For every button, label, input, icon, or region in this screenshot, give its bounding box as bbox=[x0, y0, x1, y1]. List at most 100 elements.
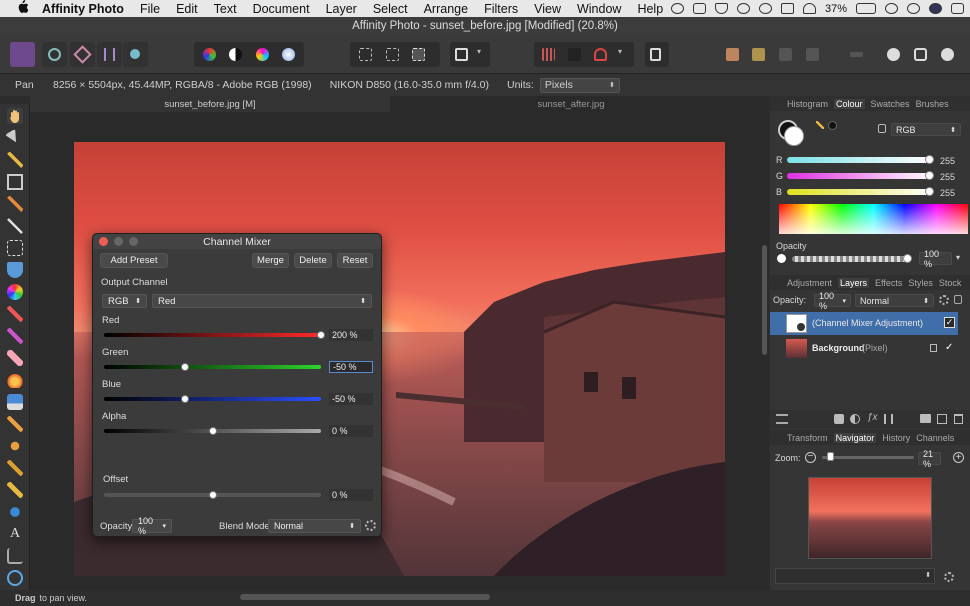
boolean-add-icon[interactable] bbox=[887, 48, 900, 61]
add-layer-icon[interactable] bbox=[937, 414, 947, 424]
photo-persona-icon[interactable] bbox=[10, 42, 35, 67]
tab-adjustment[interactable]: Adjustment bbox=[787, 278, 832, 288]
fx-icon[interactable]: ƒx bbox=[867, 412, 878, 423]
colour-spectrum-hue[interactable] bbox=[779, 204, 968, 234]
layer-blend-select[interactable]: Normal ⬍ bbox=[855, 294, 934, 307]
vertical-scrollbar[interactable] bbox=[762, 245, 767, 355]
tab-history[interactable]: History bbox=[882, 433, 910, 443]
smudge-tool-icon[interactable] bbox=[7, 416, 23, 432]
red-eye-tool-icon[interactable] bbox=[7, 460, 23, 476]
b-value[interactable]: 255 bbox=[940, 188, 955, 198]
node-tool-icon[interactable] bbox=[7, 504, 23, 520]
text-tool-icon[interactable]: A bbox=[7, 526, 23, 542]
menu-select[interactable]: Select bbox=[373, 2, 408, 16]
menu-arrange[interactable]: Arrange bbox=[424, 2, 468, 16]
zoom-app-icon[interactable] bbox=[692, 3, 706, 14]
reset-button[interactable]: Reset bbox=[337, 253, 373, 268]
gear-icon[interactable] bbox=[944, 572, 954, 582]
mesh-warp-tool-icon[interactable] bbox=[7, 548, 23, 564]
menu-filters[interactable]: Filters bbox=[484, 2, 518, 16]
blend-mode-select[interactable]: Normal ⬍ bbox=[268, 519, 361, 533]
tab-brushes[interactable]: Brushes bbox=[916, 99, 949, 109]
zoom-in-icon[interactable]: + bbox=[953, 452, 964, 463]
minimize-icon[interactable] bbox=[114, 237, 123, 246]
menu-view[interactable]: View bbox=[534, 2, 561, 16]
opacity-slider-knob[interactable] bbox=[903, 254, 912, 263]
trash-icon[interactable] bbox=[954, 414, 963, 424]
dodge-tool-icon[interactable] bbox=[7, 372, 23, 388]
develop-persona-icon[interactable] bbox=[70, 42, 95, 67]
tab-effects[interactable]: Effects bbox=[875, 278, 902, 288]
green-slider-track[interactable] bbox=[104, 365, 321, 369]
pen-tool-icon[interactable] bbox=[7, 482, 23, 498]
menu-file[interactable]: File bbox=[140, 2, 160, 16]
alpha-value-field[interactable]: 0 % bbox=[329, 425, 373, 437]
menu-layer[interactable]: Layer bbox=[326, 2, 357, 16]
zoom-slider[interactable] bbox=[822, 456, 914, 459]
zoom-tool-icon[interactable] bbox=[7, 570, 23, 586]
select-all-icon[interactable] bbox=[359, 48, 372, 61]
opacity-swatch[interactable] bbox=[777, 254, 786, 263]
marquee-tool-icon[interactable] bbox=[7, 240, 23, 256]
g-slider[interactable] bbox=[787, 173, 933, 179]
healing-brush-tool-icon[interactable] bbox=[7, 438, 23, 454]
r-value[interactable]: 255 bbox=[940, 156, 955, 166]
adjustment-icon[interactable] bbox=[850, 414, 860, 424]
b-slider[interactable] bbox=[787, 189, 933, 195]
align-distribute-icon[interactable] bbox=[850, 52, 863, 57]
tab-stock[interactable]: Stock bbox=[939, 278, 962, 288]
auto-white-balance-icon[interactable] bbox=[282, 48, 295, 61]
tab-transform[interactable]: Transform bbox=[787, 433, 828, 443]
live-filter-icon[interactable] bbox=[884, 414, 893, 424]
gear-icon[interactable] bbox=[939, 295, 949, 305]
menu-text[interactable]: Text bbox=[214, 2, 237, 16]
flood-select-tool-icon[interactable] bbox=[7, 218, 23, 234]
zoom-value[interactable]: 21 % bbox=[918, 449, 941, 469]
tab-sunset-before[interactable]: sunset_before.jpg [M] bbox=[30, 96, 390, 112]
boolean-subtract-icon[interactable] bbox=[914, 48, 927, 61]
tab-channels[interactable]: Channels bbox=[916, 433, 954, 443]
boolean-intersect-icon[interactable] bbox=[941, 48, 954, 61]
arrange-to-back-icon[interactable] bbox=[806, 48, 819, 61]
offset-value-field[interactable]: 0 % bbox=[329, 489, 373, 501]
invert-selection-icon[interactable] bbox=[412, 48, 425, 61]
layers-stack-icon[interactable] bbox=[776, 414, 788, 424]
r-slider-knob[interactable] bbox=[925, 155, 934, 164]
menu-edit[interactable]: Edit bbox=[176, 2, 198, 16]
navigator-preview[interactable] bbox=[808, 477, 932, 559]
gear-icon[interactable] bbox=[365, 520, 376, 531]
add-preset-button[interactable]: Add Preset bbox=[100, 253, 168, 268]
tab-styles[interactable]: Styles bbox=[908, 278, 933, 288]
battery-icon[interactable] bbox=[856, 3, 876, 14]
lock-icon[interactable] bbox=[954, 295, 962, 304]
snapping-dropdown-icon[interactable]: ▾ bbox=[618, 47, 622, 56]
move-tool-icon[interactable] bbox=[4, 128, 22, 146]
b-slider-knob[interactable] bbox=[925, 187, 934, 196]
r-slider[interactable] bbox=[787, 157, 933, 163]
paint-brush-tool-icon[interactable] bbox=[7, 306, 23, 322]
app-name-menu[interactable]: Affinity Photo bbox=[42, 2, 124, 16]
opacity-value[interactable]: 100 % bbox=[919, 249, 952, 269]
auto-contrast-icon[interactable] bbox=[229, 48, 242, 61]
zoom-out-icon[interactable]: − bbox=[805, 452, 816, 463]
arrange-back-icon[interactable] bbox=[726, 48, 739, 61]
liquify-persona-icon[interactable] bbox=[42, 42, 67, 67]
search-icon[interactable] bbox=[907, 3, 920, 14]
shield-icon[interactable] bbox=[714, 3, 728, 14]
zoom-icon[interactable] bbox=[129, 237, 138, 246]
align-icon[interactable] bbox=[568, 48, 581, 61]
export-persona-icon[interactable] bbox=[123, 42, 148, 67]
hand-tool-icon[interactable] bbox=[7, 108, 23, 124]
alpha-slider-knob[interactable] bbox=[208, 427, 217, 435]
layer-visibility-checkbox[interactable]: ✓ bbox=[944, 317, 955, 328]
chevron-down-icon[interactable]: ▾ bbox=[956, 253, 960, 262]
clock-icon[interactable] bbox=[885, 3, 898, 14]
quick-mask-icon[interactable] bbox=[455, 48, 468, 61]
opacity-slider[interactable] bbox=[792, 256, 910, 262]
tone-mapping-persona-icon[interactable] bbox=[97, 42, 122, 67]
red-slider-track[interactable] bbox=[104, 333, 321, 337]
gradient-tool-icon[interactable] bbox=[7, 284, 23, 300]
erase-tool-icon[interactable] bbox=[7, 350, 23, 366]
info-icon[interactable] bbox=[736, 3, 750, 14]
tab-sunset-after[interactable]: sunset_after.jpg bbox=[391, 96, 751, 112]
